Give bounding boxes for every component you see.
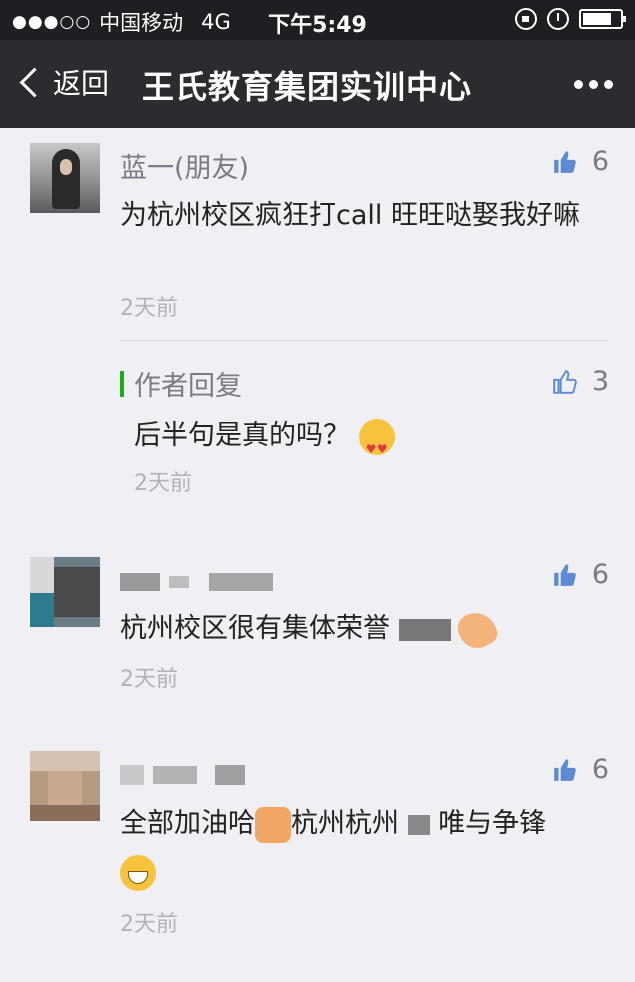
more-dots-icon[interactable] xyxy=(574,80,613,89)
like-button[interactable]: 6 xyxy=(552,146,609,177)
reply-divider xyxy=(120,340,609,341)
thumbs-up-icon xyxy=(553,758,576,781)
reply-text-content: 后半句是真的吗？ xyxy=(134,420,350,451)
avatar[interactable] xyxy=(30,557,100,627)
nav-bar: 返回 王氏教育集团实训中心 xyxy=(0,40,635,128)
thumbs-up-icon xyxy=(553,150,576,173)
like-count: 6 xyxy=(591,559,609,590)
alarm-icon xyxy=(547,8,569,30)
avatar[interactable] xyxy=(30,143,100,213)
comment-time: 2天前 xyxy=(120,667,178,692)
chevron-left-icon xyxy=(19,67,50,97)
comment-text-part-c: 唯与争锋 xyxy=(438,808,547,839)
comment-text-part-b: 杭州杭州 xyxy=(291,808,399,839)
back-button[interactable]: 返回 xyxy=(18,62,109,102)
comment-time: 2天前 xyxy=(120,296,178,321)
thumbs-up-icon xyxy=(553,563,576,586)
comment-text-part-a: 全部加油哈 xyxy=(120,808,255,839)
back-label: 返回 xyxy=(53,67,110,100)
thumbs-up-outline-icon xyxy=(553,369,577,394)
comment-time: 2天前 xyxy=(120,912,178,937)
commenter-name xyxy=(120,758,246,789)
reply-time: 2天前 xyxy=(134,471,192,496)
battery-icon xyxy=(579,9,626,29)
reply-like-button[interactable]: 3 xyxy=(552,366,609,397)
heart-eyes-emoji-icon xyxy=(358,418,395,473)
orientation-lock-icon xyxy=(515,8,537,30)
comment-text: 全部加油哈 杭州杭州 唯与争锋 xyxy=(120,800,590,896)
reply-text: 后半句是真的吗？ xyxy=(134,412,614,473)
status-bar: ●●●○○ 中国移动 4G 下午5:49 xyxy=(0,0,635,40)
grinning-emoji-icon xyxy=(120,854,156,891)
like-button[interactable]: 6 xyxy=(552,559,609,590)
comment-text: 为杭州校区疯狂打call 旺旺哒娶我好嘛 xyxy=(120,200,580,231)
commenter-name xyxy=(120,565,274,596)
like-button[interactable]: 6 xyxy=(552,754,609,785)
reply-indicator xyxy=(120,371,124,397)
reply-like-count: 3 xyxy=(591,366,609,397)
commenter-name: 蓝一(朋友) xyxy=(120,153,250,184)
like-count: 6 xyxy=(591,146,609,177)
comment-text-content: 杭州校区很有集体荣誉 xyxy=(120,613,390,644)
reply-label: 作者回复 xyxy=(134,371,242,402)
status-icons xyxy=(515,8,626,30)
ok-hand-emoji-icon xyxy=(453,605,502,654)
page-title: 王氏教育集团实训中心 xyxy=(142,68,473,106)
avatar[interactable] xyxy=(30,751,100,821)
raised-fist-emoji-icon xyxy=(255,806,291,843)
like-count: 6 xyxy=(591,754,609,785)
comment-text: 杭州校区很有集体荣誉 xyxy=(120,605,600,654)
